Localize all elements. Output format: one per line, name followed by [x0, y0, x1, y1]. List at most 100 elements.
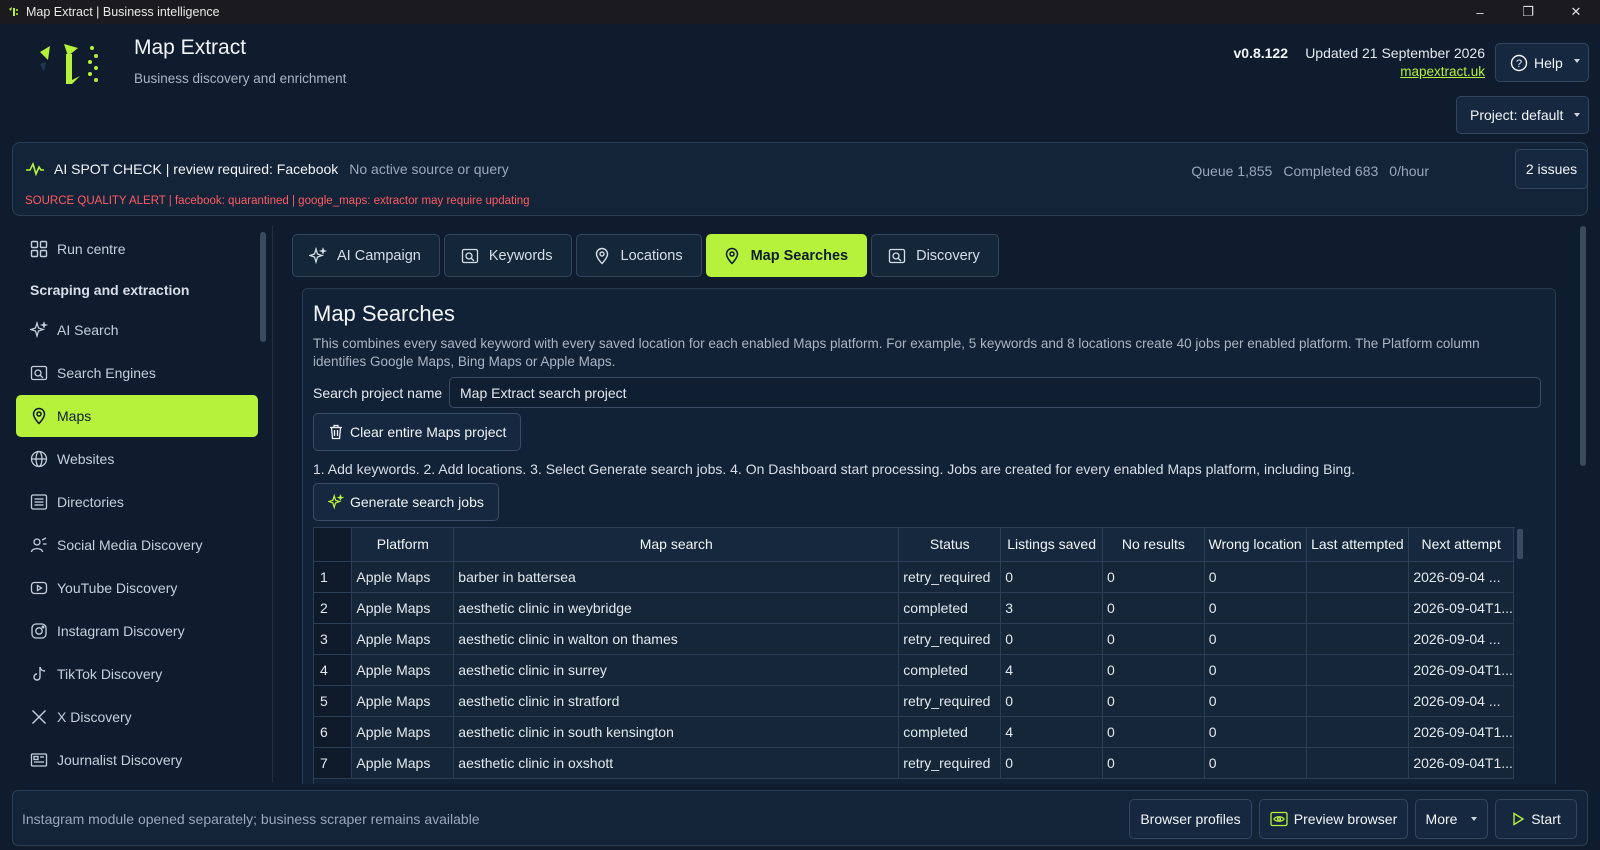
sidebar-item-x-discovery[interactable]: X Discovery [16, 696, 258, 738]
table-cell[interactable]: 0 [1102, 654, 1205, 686]
column-header[interactable]: Last attempted [1306, 528, 1410, 562]
table-cell[interactable]: aesthetic clinic in surrey [453, 654, 900, 686]
table-cell[interactable]: Apple Maps [351, 685, 455, 717]
table-cell[interactable]: 2026-09-04T1... [1408, 654, 1514, 686]
sidebar-item-social-media-discovery[interactable]: Social Media Discovery [16, 524, 258, 566]
table-cell[interactable]: retry_required [898, 685, 1002, 717]
sidebar-item-maps[interactable]: Maps [16, 395, 258, 437]
table-cell[interactable]: 4 [1000, 716, 1103, 748]
tab-locations[interactable]: Locations [575, 234, 702, 277]
row-number[interactable]: 4 [314, 654, 353, 686]
sidebar-item-websites[interactable]: Websites [16, 438, 258, 480]
table-cell[interactable]: 0 [1102, 561, 1205, 593]
clear-maps-project-button[interactable]: Clear entire Maps project [313, 413, 522, 451]
main-scrollbar[interactable] [1580, 226, 1586, 466]
sidebar-item-tiktok-discovery[interactable]: TikTok Discovery [16, 653, 258, 695]
sidebar-item-youtube-discovery[interactable]: YouTube Discovery [16, 567, 258, 609]
sidebar-item-directories[interactable]: Directories [16, 481, 258, 523]
table-cell[interactable]: 0 [1204, 623, 1307, 655]
sidebar-item-journalist-discovery[interactable]: Journalist Discovery [16, 739, 258, 781]
table-row[interactable]: 1 Apple Maps barber in battersea retry_requ… [314, 561, 1514, 593]
more-button[interactable]: More [1415, 799, 1488, 839]
table-cell[interactable]: completed [898, 592, 1002, 624]
table-cell[interactable] [1306, 747, 1410, 779]
table-cell[interactable] [1306, 623, 1410, 655]
table-cell[interactable]: retry_required [898, 561, 1002, 593]
table-cell[interactable]: 0 [1000, 561, 1103, 593]
row-number[interactable]: 6 [314, 716, 353, 748]
sidebar-item-ai-search[interactable]: AI Search [16, 309, 258, 351]
table-cell[interactable]: 2026-09-04 ... [1408, 685, 1514, 717]
table-cell[interactable]: 0 [1102, 747, 1205, 779]
table-cell[interactable]: aesthetic clinic in weybridge [453, 592, 900, 624]
close-icon[interactable]: ✕ [1552, 0, 1600, 24]
table-cell[interactable] [1306, 654, 1410, 686]
table-cell[interactable]: 2026-09-04 ... [1408, 623, 1514, 655]
row-number[interactable]: 1 [314, 561, 353, 593]
table-row[interactable]: 6 Apple Maps aesthetic clinic in south ken… [314, 716, 1514, 748]
table-cell[interactable]: aesthetic clinic in oxshott [453, 747, 900, 779]
table-cell[interactable]: 0 [1204, 592, 1307, 624]
table-cell[interactable] [1306, 716, 1410, 748]
tab-discovery[interactable]: Discovery [871, 234, 999, 277]
table-cell[interactable] [1306, 592, 1410, 624]
preview-browser-button[interactable]: Preview browser [1259, 799, 1408, 839]
table-cell[interactable]: retry_required [898, 747, 1002, 779]
sidebar-item-run-centre[interactable]: Run centre [16, 228, 258, 270]
table-cell[interactable]: completed [898, 716, 1002, 748]
table-cell[interactable]: 2026-09-04 ... [1408, 561, 1514, 593]
table-cell[interactable]: Apple Maps [351, 747, 455, 779]
table-cell[interactable]: Apple Maps [351, 592, 455, 624]
table-cell[interactable]: Apple Maps [351, 623, 455, 655]
table-cell[interactable]: Apple Maps [351, 716, 455, 748]
sidebar-item-instagram-discovery[interactable]: Instagram Discovery [16, 610, 258, 652]
browser-profiles-button[interactable]: Browser profiles [1129, 799, 1252, 839]
table-row[interactable]: 5 Apple Maps aesthetic clinic in stratford… [314, 685, 1514, 717]
table-cell[interactable]: 0 [1204, 685, 1307, 717]
tab-ai-campaign[interactable]: AI Campaign [292, 234, 440, 277]
table-cell[interactable]: aesthetic clinic in walton on thames [453, 623, 900, 655]
row-number[interactable]: 5 [314, 685, 353, 717]
table-row[interactable]: 4 Apple Maps aesthetic clinic in surrey com… [314, 654, 1514, 686]
table-cell[interactable]: 2026-09-04T1... [1408, 592, 1514, 624]
table-cell[interactable]: 0 [1204, 654, 1307, 686]
row-number[interactable]: 7 [314, 747, 353, 779]
column-header[interactable]: Wrong location [1204, 528, 1307, 562]
table-cell[interactable]: 0 [1102, 623, 1205, 655]
table-scrollbar[interactable] [1515, 527, 1525, 784]
table-row[interactable]: 2 Apple Maps aesthetic clinic in weybridge… [314, 592, 1514, 624]
table-cell[interactable]: 0 [1000, 747, 1103, 779]
restore-icon[interactable]: ❐ [1504, 0, 1552, 24]
website-link[interactable]: mapextract.uk [1400, 64, 1485, 79]
table-cell[interactable]: 0 [1000, 685, 1103, 717]
row-number[interactable]: 3 [314, 623, 353, 655]
table-cell[interactable]: 0 [1102, 685, 1205, 717]
sidebar-item-search-engines[interactable]: Search Engines [16, 352, 258, 394]
table-cell[interactable]: 2026-09-04T1... [1408, 716, 1514, 748]
table-cell[interactable]: 2026-09-04T1... [1408, 747, 1514, 779]
table-cell[interactable] [1306, 685, 1410, 717]
table-cell[interactable]: aesthetic clinic in south kensington [453, 716, 900, 748]
table-cell[interactable]: 0 [1204, 561, 1307, 593]
help-button[interactable]: ? Help [1495, 43, 1589, 82]
table-cell[interactable]: completed [898, 654, 1002, 686]
row-number[interactable]: 2 [314, 592, 353, 624]
table-cell[interactable]: 0 [1102, 716, 1205, 748]
minimize-icon[interactable]: – [1456, 0, 1504, 24]
table-cell[interactable]: 0 [1204, 747, 1307, 779]
column-header[interactable]: No results [1102, 528, 1205, 562]
column-header[interactable]: Listings saved [1000, 528, 1103, 562]
tab-map-searches[interactable]: Map Searches [705, 234, 868, 277]
project-name-input[interactable] [449, 377, 1541, 408]
table-cell[interactable]: 0 [1102, 592, 1205, 624]
table-cell[interactable]: retry_required [898, 623, 1002, 655]
issues-button[interactable]: 2 issues [1515, 149, 1588, 189]
tab-keywords[interactable]: Keywords [443, 234, 572, 277]
project-selector[interactable]: Project: default [1456, 96, 1589, 134]
column-header[interactable]: Next attempt [1408, 528, 1514, 562]
column-header[interactable]: Platform [351, 528, 455, 562]
sidebar-scrollbar[interactable] [260, 232, 266, 342]
table-cell[interactable]: 3 [1000, 592, 1103, 624]
generate-search-jobs-button[interactable]: Generate search jobs [313, 483, 499, 521]
column-header[interactable]: Status [898, 528, 1002, 562]
